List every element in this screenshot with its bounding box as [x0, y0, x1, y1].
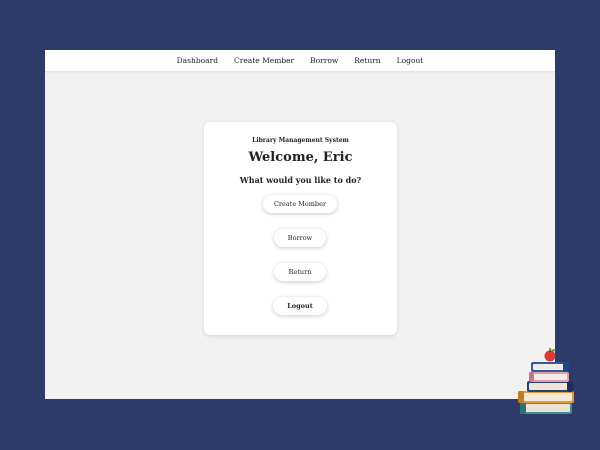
book-navy-icon	[527, 381, 573, 392]
book-bottom-icon	[520, 402, 572, 414]
create-member-button[interactable]: Create Member	[263, 195, 337, 213]
top-navigation: Dashboard Create Member Borrow Return Lo…	[45, 50, 555, 72]
borrow-button[interactable]: Borrow	[274, 229, 326, 247]
nav-link-return[interactable]: Return	[354, 56, 380, 65]
books-stack-illustration	[518, 348, 574, 414]
return-button[interactable]: Return	[274, 263, 326, 281]
apple-icon	[544, 348, 556, 362]
logout-button[interactable]: Logout	[273, 297, 327, 315]
welcome-title: Welcome, Eric	[248, 150, 353, 165]
welcome-card: Library Management System Welcome, Eric …	[204, 122, 397, 335]
app-window: Dashboard Create Member Borrow Return Lo…	[45, 50, 555, 399]
nav-link-borrow[interactable]: Borrow	[310, 56, 338, 65]
nav-link-logout[interactable]: Logout	[397, 56, 424, 65]
app-subtitle: Library Management System	[252, 137, 349, 144]
book-orange-icon	[518, 391, 574, 403]
prompt-question: What would you like to do?	[239, 175, 362, 185]
book-top-icon	[531, 362, 569, 372]
book-pink-icon	[529, 372, 569, 382]
nav-link-dashboard[interactable]: Dashboard	[177, 56, 218, 65]
nav-link-create-member[interactable]: Create Member	[234, 56, 294, 65]
